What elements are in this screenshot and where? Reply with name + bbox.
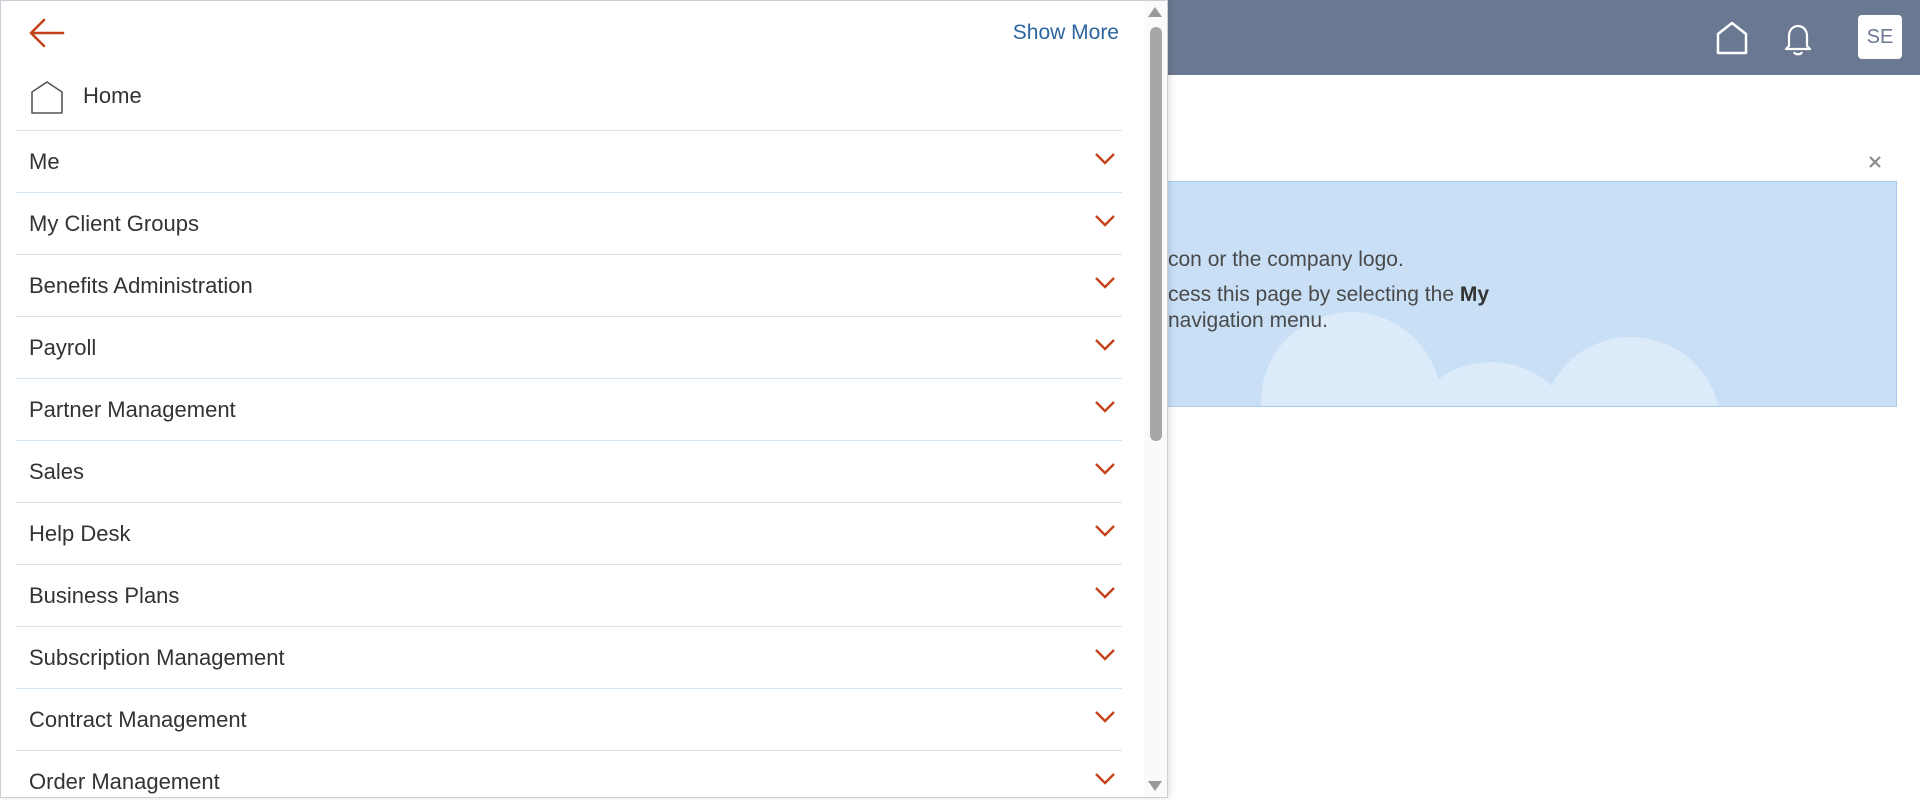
nav-item-home[interactable]: Home xyxy=(16,75,1122,131)
scrollbar[interactable] xyxy=(1144,1,1167,797)
chevron-down-icon[interactable] xyxy=(1094,214,1116,228)
cloud-decoration xyxy=(1541,337,1721,406)
chevron-down-icon[interactable] xyxy=(1094,772,1116,786)
nav-item-label: Payroll xyxy=(29,335,97,360)
nav-item-payroll[interactable]: Payroll xyxy=(16,317,1122,379)
nav-item-label: Me xyxy=(29,149,60,174)
chevron-down-icon[interactable] xyxy=(1094,524,1116,538)
nav-item-order-management[interactable]: Order Management xyxy=(16,751,1122,797)
nav-item-label: Home xyxy=(83,83,142,108)
chevron-down-icon[interactable] xyxy=(1094,152,1116,166)
nav-item-subscription-management[interactable]: Subscription Management xyxy=(16,627,1122,689)
nav-item-benefits-administration[interactable]: Benefits Administration xyxy=(16,255,1122,317)
nav-item-label: Order Management xyxy=(29,769,220,794)
nav-item-partner-management[interactable]: Partner Management xyxy=(16,379,1122,441)
nav-item-label: Business Plans xyxy=(29,583,180,608)
avatar[interactable]: SE xyxy=(1858,15,1902,59)
banner-text-line2: cess this page by selecting the My xyxy=(1168,283,1489,307)
nav-item-label: Sales xyxy=(29,459,85,484)
nav-list: Me My Client Groups Benefits Administrat… xyxy=(16,131,1122,797)
scroll-down-arrow-icon[interactable] xyxy=(1148,781,1162,791)
banner-text-line2-prefix: cess this page by selecting the xyxy=(1168,283,1460,306)
nav-item-me[interactable]: Me xyxy=(16,131,1122,193)
chevron-down-icon[interactable] xyxy=(1094,400,1116,414)
show-more-link[interactable]: Show More xyxy=(1013,21,1119,45)
close-icon[interactable] xyxy=(1868,155,1882,169)
banner-text-line3: navigation menu. xyxy=(1168,309,1328,332)
navigator-drawer: Show More Home Me My Client Groups Benef… xyxy=(0,0,1168,798)
bell-icon[interactable] xyxy=(1778,18,1818,58)
chevron-down-icon[interactable] xyxy=(1094,338,1116,352)
home-icon[interactable] xyxy=(1712,18,1752,58)
nav-item-business-plans[interactable]: Business Plans xyxy=(16,565,1122,627)
banner-text-line1: con or the company logo. xyxy=(1168,248,1404,271)
nav-item-label: Help Desk xyxy=(29,521,131,546)
scrollbar-thumb[interactable] xyxy=(1150,27,1162,441)
nav-item-label: My Client Groups xyxy=(29,211,199,236)
scroll-up-arrow-icon[interactable] xyxy=(1148,7,1162,17)
nav-item-label: Partner Management xyxy=(29,397,236,422)
chevron-down-icon[interactable] xyxy=(1094,710,1116,724)
nav-item-label: Benefits Administration xyxy=(29,273,253,298)
nav-item-help-desk[interactable]: Help Desk xyxy=(16,503,1122,565)
nav-item-contract-management[interactable]: Contract Management xyxy=(16,689,1122,751)
nav-item-my-client-groups[interactable]: My Client Groups xyxy=(16,193,1122,255)
banner-text-bold: My xyxy=(1459,283,1490,306)
chevron-down-icon[interactable] xyxy=(1094,462,1116,476)
nav-item-sales[interactable]: Sales xyxy=(16,441,1122,503)
home-icon xyxy=(31,81,63,114)
chevron-down-icon[interactable] xyxy=(1094,586,1116,600)
chevron-down-icon[interactable] xyxy=(1094,276,1116,290)
nav-item-label: Contract Management xyxy=(29,707,247,732)
nav-item-label: Subscription Management xyxy=(29,645,285,670)
back-arrow-icon[interactable] xyxy=(27,15,69,51)
chevron-down-icon[interactable] xyxy=(1094,648,1116,662)
